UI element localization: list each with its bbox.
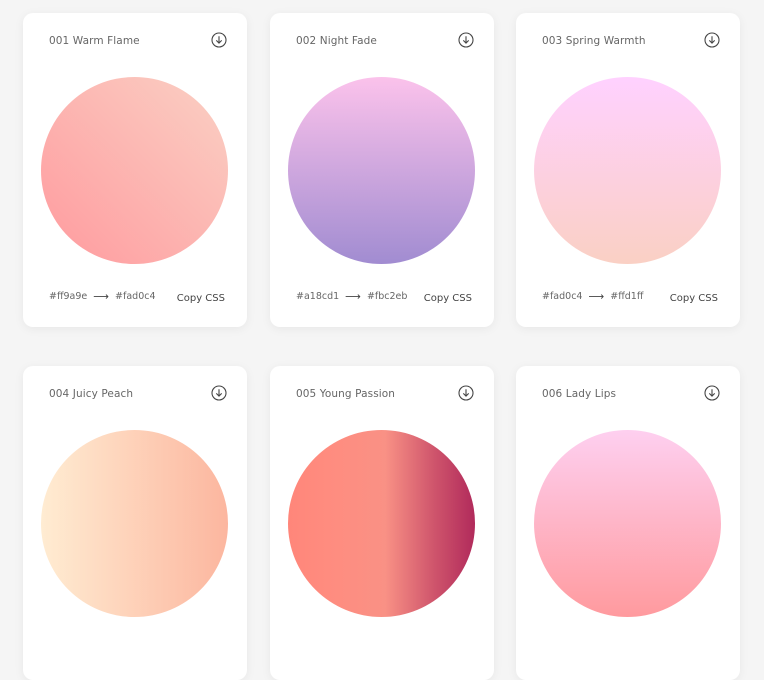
arrow-icon: ⟶ [93,290,110,303]
gradient-codes: #ff9a9e ⟶ #fad0c4 [49,290,156,303]
card-title: 001 Warm Flame [49,35,140,47]
card-title: 003 Spring Warmth [542,35,646,47]
gradient-card: 002 Night Fade #a18cd1 ⟶ #fbc2eb Copy CS… [270,13,494,327]
gradient-card: 006 Lady Lips [516,366,740,680]
gradient-preview [534,77,721,264]
arrow-icon: ⟶ [345,290,361,303]
color-from[interactable]: #fad0c4 [542,291,582,302]
download-icon[interactable] [458,32,474,48]
gradient-preview [41,430,228,617]
color-to[interactable]: #fbc2eb [367,291,407,302]
gradient-preview [41,77,228,264]
gradient-preview [288,430,475,617]
gradient-codes: #a18cd1 ⟶ #fbc2eb [296,290,407,303]
gradient-preview [534,430,721,617]
download-icon[interactable] [704,32,720,48]
download-icon[interactable] [211,385,227,401]
copy-css-button[interactable]: Copy CSS [670,293,718,304]
color-from[interactable]: #ff9a9e [49,291,87,302]
card-title: 004 Juicy Peach [49,388,134,400]
gradient-card: 003 Spring Warmth #fad0c4 ⟶ #ffd1ff Copy… [516,13,740,327]
gradient-preview [288,77,475,264]
copy-css-button[interactable]: Copy CSS [177,293,225,304]
gradient-card: 004 Juicy Peach [23,366,247,680]
download-icon[interactable] [458,385,474,401]
arrow-icon: ⟶ [588,290,605,303]
download-icon[interactable] [704,385,720,401]
color-to[interactable]: #ffd1ff [610,291,643,302]
color-from[interactable]: #a18cd1 [296,291,339,302]
gradient-card: 001 Warm Flame #ff9a9e ⟶ #fad0c4 Copy CS… [23,13,247,327]
color-to[interactable]: #fad0c4 [115,291,155,302]
download-icon[interactable] [211,32,227,48]
copy-css-button[interactable]: Copy CSS [424,293,472,304]
gradient-card: 005 Young Passion [270,366,494,680]
card-title: 006 Lady Lips [542,388,617,400]
card-title: 005 Young Passion [296,388,396,400]
card-title: 002 Night Fade [296,35,377,47]
gradient-codes: #fad0c4 ⟶ #ffd1ff [542,290,643,303]
